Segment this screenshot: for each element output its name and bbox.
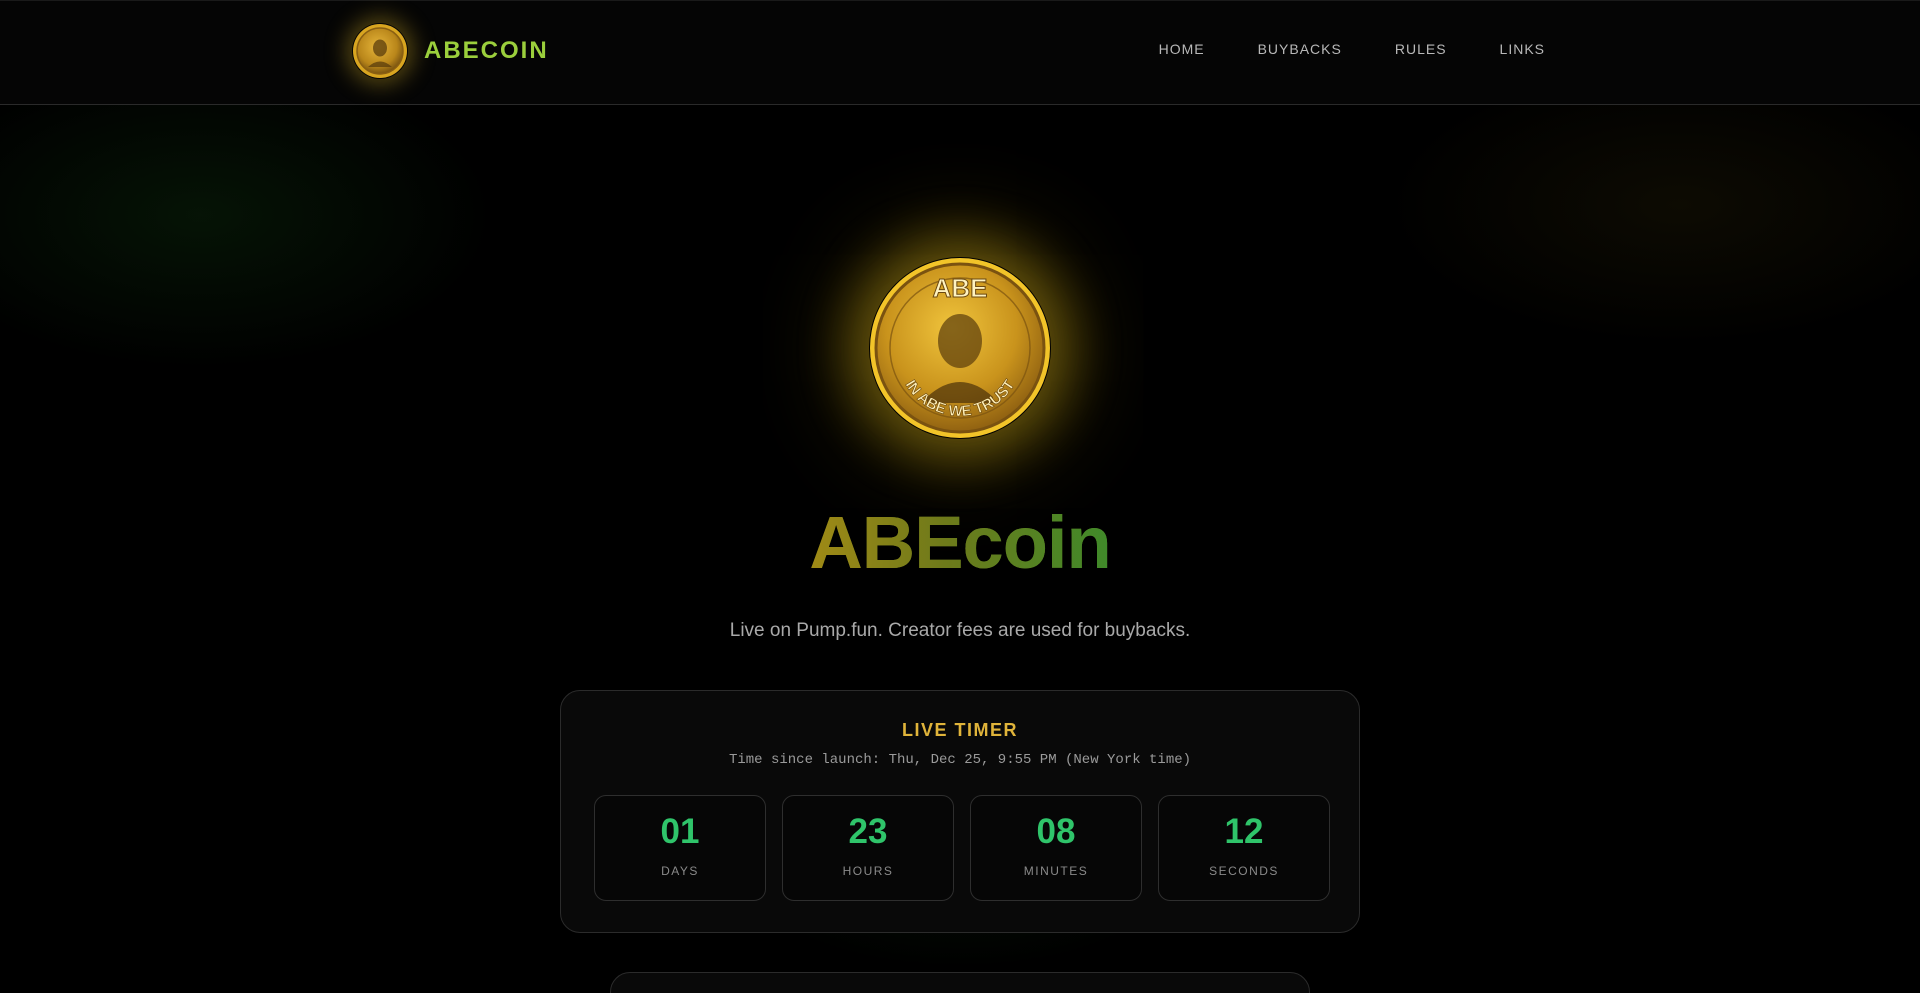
brand[interactable]: ABECOIN	[352, 23, 549, 79]
hero-title: ABEcoin	[0, 500, 1920, 585]
timer-seconds: 12 SECONDS	[1158, 795, 1330, 901]
timer-units: 01 DAYS 23 HOURS 08 MINUTES 12 SECONDS	[594, 795, 1330, 901]
timer-caption: Time since launch: Thu, Dec 25, 9:55 PM …	[728, 752, 1192, 768]
hero-coin-image: ABE IN ABE WE TRUST	[870, 258, 1050, 438]
timer-hours: 23 HOURS	[782, 795, 954, 901]
timer-label: HOURS	[842, 864, 894, 878]
timer-title: LIVE TIMER	[901, 720, 1018, 740]
timer-minutes: 08 MINUTES	[970, 795, 1142, 901]
coin-logo-icon	[353, 24, 407, 78]
timer-value: 12	[1224, 812, 1264, 851]
timer-label: SECONDS	[1209, 864, 1279, 878]
hero-subtitle: Live on Pump.fun. Creator fees are used …	[729, 620, 1191, 641]
timer-value: 23	[848, 812, 888, 851]
nav-rules[interactable]: RULES	[1395, 41, 1447, 57]
site-header: ABECOIN HOME BUYBACKS RULES LINKS	[0, 0, 1920, 105]
timer-value: 01	[660, 812, 700, 851]
timer-label: DAYS	[661, 864, 699, 878]
next-section-card	[610, 972, 1310, 993]
timer-days: 01 DAYS	[594, 795, 766, 901]
timer-value: 08	[1036, 812, 1076, 851]
main-nav: HOME BUYBACKS RULES LINKS	[1159, 41, 1545, 57]
brand-name: ABECOIN	[424, 37, 549, 64]
nav-buybacks[interactable]: BUYBACKS	[1258, 41, 1342, 57]
timer-label: MINUTES	[1023, 864, 1089, 878]
nav-links[interactable]: LINKS	[1500, 41, 1545, 57]
coin-top-text: ABE	[933, 273, 988, 303]
live-timer-card: LIVE TIMER Time since launch: Thu, Dec 2…	[560, 690, 1360, 933]
nav-home[interactable]: HOME	[1159, 41, 1205, 57]
